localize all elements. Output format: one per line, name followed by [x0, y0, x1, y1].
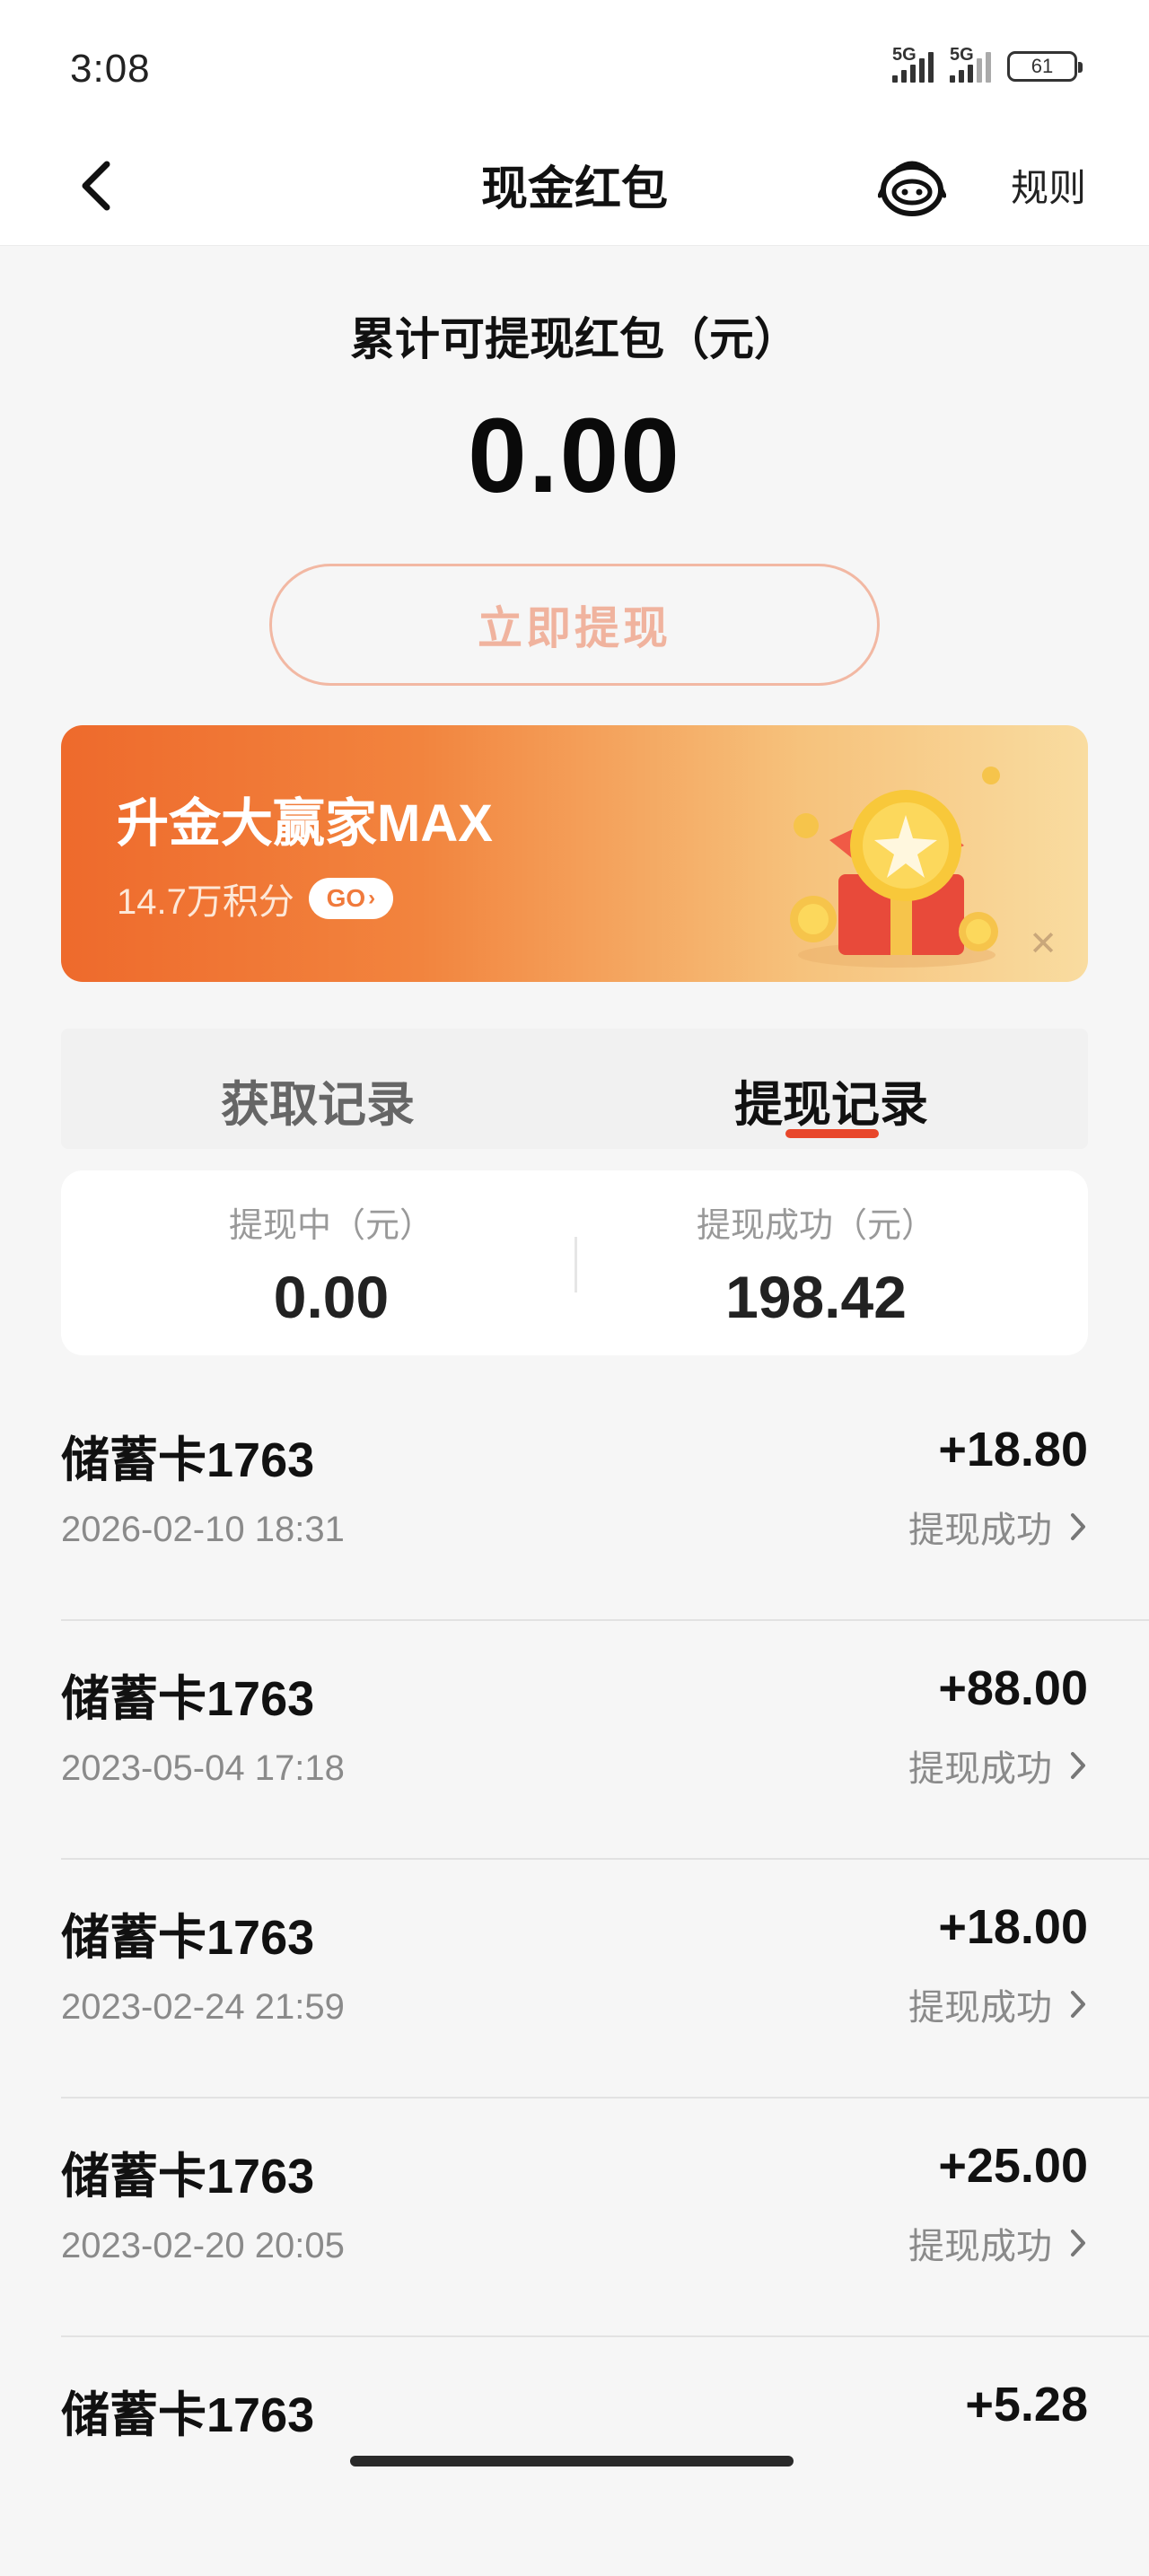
- promo-go-button[interactable]: GO ›: [308, 878, 393, 919]
- record-date: 2026-02-10 18:31: [61, 1510, 345, 1549]
- withdraw-summary-card: 提现中（元） 0.00 提现成功（元） 198.42: [61, 1170, 1088, 1355]
- record-card: 储蓄卡1763: [61, 2150, 315, 2204]
- record-row[interactable]: 储蓄卡1763 2023-02-24 21:59 +18.00 提现成功: [61, 1860, 1149, 2098]
- active-tab-indicator: [785, 1129, 879, 1138]
- home-indicator[interactable]: [350, 2456, 794, 2466]
- chevron-right-icon: [1071, 1752, 1085, 1779]
- promo-close-button[interactable]: ✕: [1029, 924, 1057, 964]
- record-card: 储蓄卡1763: [61, 1433, 315, 1487]
- record-date: 2023-02-20 20:05: [61, 2226, 345, 2265]
- record-date: 2023-05-04 17:18: [61, 1748, 345, 1788]
- record-date: 2023-02-24 21:59: [61, 1987, 345, 2027]
- customer-service-button[interactable]: [877, 153, 947, 221]
- record-card: 储蓄卡1763: [61, 1672, 315, 1726]
- withdrawable-amount: 0.00: [468, 397, 681, 515]
- promo-subtitle: 14.7万积分 GO ›: [117, 872, 393, 924]
- record-card: 储蓄卡1763: [61, 1911, 315, 1965]
- withdrawable-label: 累计可提现红包（元）: [350, 314, 799, 364]
- record-amount: +88.00: [938, 1661, 1088, 1715]
- page-title: 现金红包: [480, 163, 668, 215]
- record-row[interactable]: 储蓄卡1763 2023-05-04 17:18 +88.00 提现成功: [61, 1621, 1149, 1860]
- success-label: 提现成功（元）: [696, 1207, 935, 1245]
- robot-service-icon: [877, 161, 947, 216]
- success-summary: 提现成功（元） 198.42: [623, 1197, 1009, 1331]
- record-status[interactable]: 提现成功: [908, 1501, 1088, 1553]
- tab-withdraw-records[interactable]: 提现记录: [734, 1065, 928, 1135]
- pending-label: 提现中（元）: [228, 1207, 434, 1245]
- record-card: 储蓄卡1763: [61, 2388, 315, 2442]
- record-amount: +18.00: [938, 1900, 1088, 1954]
- success-value: 198.42: [725, 1264, 907, 1330]
- summary-divider: [574, 1237, 577, 1292]
- withdraw-records-list: 储蓄卡1763 2026-02-10 18:31 +18.80 提现成功 储蓄卡…: [0, 1382, 1149, 2576]
- chevron-right-icon: [1071, 1513, 1085, 1540]
- pending-summary: 提现中（元） 0.00: [138, 1197, 524, 1331]
- chevron-right-icon: [1071, 1991, 1085, 2018]
- withdraw-now-button[interactable]: 立即提现: [269, 564, 880, 686]
- record-row[interactable]: 储蓄卡1763 2026-02-10 18:31 +18.80 提现成功: [61, 1382, 1149, 1621]
- record-amount: +5.28: [965, 2378, 1088, 2431]
- status-time: 3:08: [70, 47, 151, 91]
- record-amount: +18.80: [938, 1423, 1088, 1476]
- record-status-label: 提现成功: [908, 1988, 1052, 2028]
- pending-value: 0.00: [273, 1264, 390, 1330]
- promo-points: 14.7万积分: [117, 882, 294, 922]
- signal-5g-icon: 5G: [892, 45, 934, 83]
- chevron-right-icon: [1071, 2230, 1085, 2256]
- status-icons: 5G 5G 61: [892, 45, 1083, 83]
- nav-bar: 现金红包 规则: [0, 135, 1149, 246]
- gift-box-icon: [790, 767, 1000, 968]
- record-status[interactable]: 提现成功: [908, 2217, 1088, 2269]
- record-row[interactable]: 储蓄卡1763 2023-02-20 20:05 +25.00 提现成功: [61, 2098, 1149, 2337]
- rules-link[interactable]: 规则: [1011, 158, 1086, 213]
- record-status[interactable]: 提现成功: [908, 1978, 1088, 2030]
- status-bar: 3:08 5G 5G 61: [0, 0, 1149, 135]
- battery-icon: 61: [1007, 51, 1083, 82]
- record-tabs: 获取记录 提现记录: [61, 1029, 1088, 1149]
- tab-get-records[interactable]: 获取记录: [221, 1065, 415, 1135]
- record-status-label: 提现成功: [908, 1511, 1052, 1550]
- record-status[interactable]: 提现成功: [908, 1739, 1088, 1792]
- record-status-label: 提现成功: [908, 1749, 1052, 1789]
- promo-title: 升金大赢家MAX: [117, 794, 493, 853]
- record-amount: +25.00: [938, 2139, 1088, 2193]
- record-status-label: 提现成功: [908, 2227, 1052, 2266]
- promo-banner[interactable]: 升金大赢家MAX 14.7万积分 GO › ✕: [61, 725, 1088, 982]
- signal-5g-icon-2: 5G: [950, 45, 991, 83]
